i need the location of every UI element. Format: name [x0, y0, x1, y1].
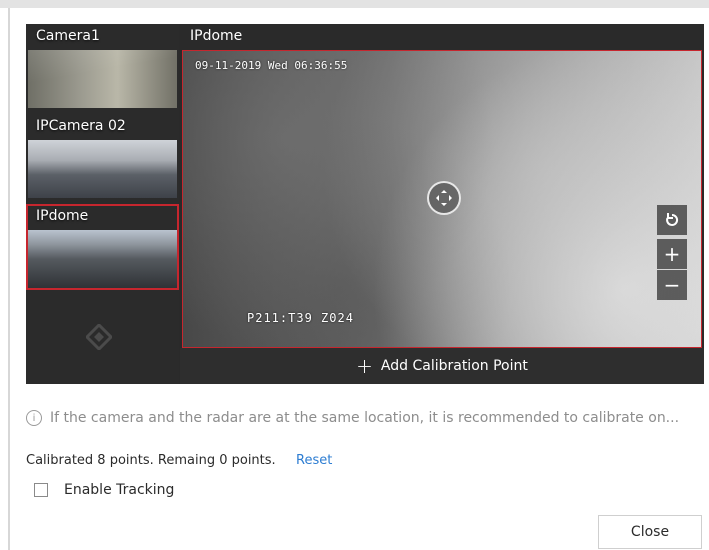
- add-calibration-point-button[interactable]: + Add Calibration Point: [180, 348, 704, 384]
- camera-list: Camera1 IPCamera 02 IPdome: [26, 24, 179, 384]
- zoom-in-button[interactable]: +: [657, 239, 687, 269]
- calibration-status: Calibrated 8 points. Remaing 0 points.: [26, 453, 276, 468]
- camera-thumb-ipdome[interactable]: IPdome: [26, 204, 179, 290]
- camera-thumb-label: IPCamera 02: [36, 118, 126, 134]
- calibration-dialog: Camera1 IPCamera 02 IPdome IPdome 09-11-…: [10, 8, 709, 550]
- info-text: If the camera and the radar are at the s…: [50, 410, 680, 426]
- zoom-out-button[interactable]: −: [657, 270, 687, 300]
- camera-thumb-ipcamera02[interactable]: IPCamera 02: [26, 114, 179, 200]
- video-feed[interactable]: 09-11-2019 Wed 06:36:55 P211:T39 Z024 +: [182, 50, 702, 348]
- enable-tracking-checkbox[interactable]: [34, 483, 48, 497]
- camera-thumb-label: Camera1: [36, 28, 100, 44]
- camera-thumbnail-image: [28, 230, 177, 288]
- reset-link[interactable]: Reset: [296, 453, 332, 468]
- main-video-panel: IPdome 09-11-2019 Wed 06:36:55 P211:T39 …: [180, 24, 704, 384]
- zoom-in-label: +: [663, 242, 681, 266]
- video-title: IPdome: [190, 28, 243, 44]
- camera-thumb-label: IPdome: [36, 208, 89, 224]
- plus-icon: +: [356, 354, 373, 378]
- camera-thumbnail-image: [28, 50, 177, 108]
- add-calibration-label: Add Calibration Point: [380, 358, 528, 374]
- camera-viewer: Camera1 IPCamera 02 IPdome IPdome 09-11-…: [26, 24, 704, 384]
- camera-thumb-camera1[interactable]: Camera1: [26, 24, 179, 110]
- camera-thumbnail-image: [28, 140, 177, 198]
- move-arrows-icon[interactable]: [427, 181, 461, 215]
- logo-icon: [84, 322, 114, 352]
- ptz-readout: P211:T39 Z024: [247, 311, 354, 325]
- info-icon: i: [26, 410, 42, 426]
- enable-tracking-row: Enable Tracking: [34, 482, 174, 498]
- info-message: i If the camera and the radar are at the…: [26, 410, 706, 426]
- enable-tracking-label: Enable Tracking: [64, 482, 175, 498]
- refresh-icon[interactable]: [657, 205, 687, 235]
- zoom-out-label: −: [663, 273, 681, 297]
- close-button[interactable]: Close: [598, 515, 702, 549]
- video-timestamp: 09-11-2019 Wed 06:36:55: [195, 59, 348, 72]
- top-border: [0, 0, 709, 8]
